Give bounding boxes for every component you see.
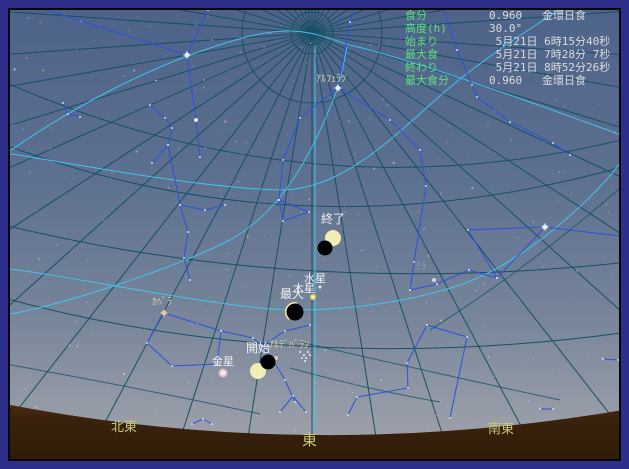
info-row-magnitude: 食分 0.960 金環日食 [405, 9, 610, 22]
info-value: 30.0° [489, 22, 523, 35]
info-label: 始まり [405, 35, 438, 48]
info-value: 5月21日 6時15分40秒 [489, 35, 611, 48]
direction-northeast-label: 北東 [111, 420, 138, 435]
info-row-maximum: 最大食 5月21日 7時28分 7秒 [405, 48, 610, 61]
info-value: 0.960 金環日食 [489, 74, 586, 87]
direction-east-label: 東 [302, 431, 318, 449]
info-row-end: 終わり 5月21日 8時52分26秒 [405, 61, 610, 74]
planetarium-window: 食分 0.960 金環日食 高度(h) 30.0° 始まり 5月21日 6時15分4… [0, 0, 629, 469]
end-moon [317, 240, 333, 256]
info-row-altitude: 高度(h) 30.0° [405, 22, 610, 35]
start-moon [260, 354, 276, 370]
star-mira-label: ﾐﾗ [416, 262, 426, 273]
star-aldebaran-label: ｱﾙﾃﾞﾊﾞﾗﾝ [269, 340, 309, 351]
info-label: 食分 [405, 9, 427, 22]
info-value: 5月21日 7時28分 7秒 [489, 48, 611, 61]
info-label: 最大食 [405, 48, 438, 61]
eclipse-end-label: 終了 [321, 212, 346, 226]
eclipse-max-label: 最大 [280, 287, 305, 301]
max-annular [286, 303, 304, 321]
venus-label: 金星 [212, 355, 234, 368]
info-label: 高度(h) [405, 22, 447, 35]
mercury [318, 285, 322, 289]
info-label: 最大食分 [405, 74, 449, 87]
eclipse-info-panel: 食分 0.960 金環日食 高度(h) 30.0° 始まり 5月21日 6時15分4… [405, 9, 610, 87]
star-capella-label: ｶﾍﾟﾗ [152, 297, 172, 308]
info-row-begin: 始まり 5月21日 6時15分40秒 [405, 35, 610, 48]
direction-southeast-label: 南東 [488, 422, 515, 437]
info-row-max-magnitude: 最大食分 0.960 金環日食 [405, 74, 610, 87]
eclipse-start-label: 開始 [246, 341, 271, 355]
star-alpheratz-label: ｱﾙﾌｪﾗﾂ [316, 74, 346, 85]
info-value: 0.960 金環日食 [489, 9, 586, 22]
info-value: 5月21日 8時52分26秒 [489, 61, 611, 74]
info-label: 終わり [405, 61, 438, 74]
